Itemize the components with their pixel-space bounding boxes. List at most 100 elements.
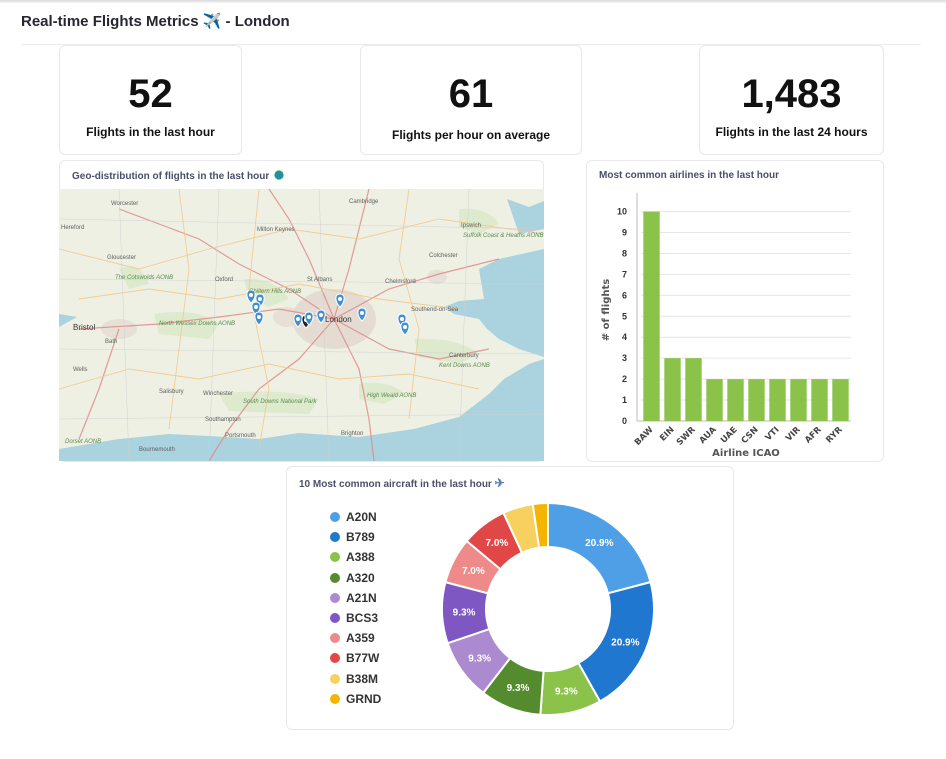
legend-label: BCS3 bbox=[346, 611, 379, 625]
window-top-border bbox=[0, 0, 946, 3]
legend-swatch bbox=[330, 613, 340, 623]
x-tick-label: VTI bbox=[764, 425, 782, 443]
bar bbox=[811, 379, 828, 421]
y-tick-label: 8 bbox=[622, 248, 627, 258]
bar bbox=[727, 379, 744, 421]
donut-data-label: 20.9% bbox=[611, 637, 639, 648]
y-tick-label: 5 bbox=[622, 311, 627, 321]
map-place-label: Wells bbox=[73, 367, 88, 373]
globe-icon bbox=[274, 170, 284, 180]
legend-swatch bbox=[330, 673, 340, 684]
y-tick-label: 0 bbox=[622, 416, 627, 426]
legend-swatch bbox=[330, 592, 340, 603]
x-tick-label: VIR bbox=[784, 425, 803, 444]
map-place-label: Cambridge bbox=[349, 199, 379, 205]
map-place-label: High Weald AONB bbox=[367, 393, 417, 399]
legend-label: B77W bbox=[346, 651, 380, 666]
map-place-label: North Wessex Downs AONB bbox=[159, 321, 236, 327]
map-place-label: London bbox=[325, 315, 352, 324]
map-place-label: Gloucester bbox=[107, 255, 137, 261]
map-place-label: Bath bbox=[105, 339, 118, 345]
legend-swatch bbox=[330, 653, 340, 664]
y-tick-label: 7 bbox=[622, 269, 627, 279]
bar bbox=[790, 379, 807, 421]
legend-label: A359 bbox=[346, 631, 375, 646]
airlines-bar-chart: 012345678910BAW EINSWR AUA UAE CSN VTI VIR AFR R… bbox=[601, 193, 851, 459]
y-tick-label: 10 bbox=[617, 207, 627, 217]
kpi-label: Flights in the last 24 hours bbox=[715, 125, 868, 139]
map-place-label: Southend-on-Sea bbox=[411, 307, 459, 313]
donut-data-label: 9.3% bbox=[555, 686, 578, 697]
map-place-label: The Cotswolds AONB bbox=[115, 275, 174, 281]
map-place-label: South Downs National Park bbox=[243, 399, 317, 405]
map-place-label: Portsmouth bbox=[225, 433, 256, 439]
legend-label: GRND bbox=[346, 691, 382, 706]
donut-data-label: 9.3% bbox=[453, 608, 476, 619]
legend-label: A320 bbox=[346, 570, 375, 585]
x-tick-label: RYR bbox=[824, 425, 845, 446]
map-place-label: Southampton bbox=[205, 417, 241, 423]
map-place-label: Bristol bbox=[73, 323, 96, 332]
legend-label: A20N bbox=[346, 510, 377, 524]
map-place-label: Bournemouth bbox=[139, 447, 176, 453]
airplane-icon: ✈ bbox=[494, 476, 505, 490]
map-place-label: Chiltern Hills AONB bbox=[249, 289, 302, 295]
legend-item[interactable]: A359 bbox=[330, 630, 375, 646]
legend-item[interactable]: A21N bbox=[330, 590, 377, 606]
donut-data-label: 7.0% bbox=[485, 538, 508, 549]
kpi-card-last-24-hours: 1,483 Flights in the last 24 hours bbox=[699, 45, 884, 155]
map-place-label: Milton Keynes bbox=[257, 227, 295, 233]
legend-label: B789 bbox=[346, 530, 375, 545]
legend-item[interactable]: BCS3 bbox=[330, 610, 378, 626]
aircraft-donut-chart: 20.9% 20.9% 9.3% 9.3% 9.3% 9.3% 7.0% 7.0% bbox=[441, 501, 655, 716]
legend-swatch bbox=[330, 572, 340, 583]
legend-item[interactable]: B789 bbox=[330, 529, 375, 545]
y-tick-label: 6 bbox=[622, 290, 627, 300]
legend-item[interactable]: B38M bbox=[330, 671, 378, 687]
legend-swatch bbox=[330, 532, 340, 543]
bar bbox=[664, 358, 681, 421]
legend-label: A388 bbox=[346, 550, 375, 565]
bar bbox=[769, 379, 786, 421]
legend-item[interactable]: A320 bbox=[330, 570, 375, 586]
legend-item[interactable]: A20N bbox=[330, 509, 377, 525]
legend-item[interactable]: GRND bbox=[330, 691, 381, 707]
map-place-label: Ipswich bbox=[461, 223, 482, 229]
y-tick-label: 1 bbox=[622, 395, 627, 405]
donut-data-label: 7.0% bbox=[462, 566, 485, 577]
aircraft-card-title: 10 Most common aircraft in the last hour… bbox=[299, 476, 505, 490]
kpi-card-last-hour: 52 Flights in the last hour bbox=[59, 45, 242, 155]
map-place-label: Brighton bbox=[341, 431, 364, 437]
y-axis-title: # of flights bbox=[601, 279, 612, 341]
x-tick-label: CSN bbox=[740, 425, 761, 446]
page-title: Real-time Flights Metrics ✈️ - London bbox=[21, 13, 290, 30]
bar bbox=[643, 211, 660, 421]
legend-label: A21N bbox=[346, 590, 377, 605]
y-tick-label: 4 bbox=[622, 332, 627, 342]
donut-data-label: 9.3% bbox=[468, 653, 491, 664]
x-axis-title: Airline ICAO bbox=[712, 448, 780, 459]
legend-item[interactable]: B77W bbox=[330, 650, 379, 666]
donut-data-label: 20.9% bbox=[585, 538, 613, 549]
kpi-value: 61 bbox=[448, 72, 494, 116]
flight-map[interactable]: Worcester Hereford Gloucester Oxford Cam… bbox=[59, 189, 544, 461]
kpi-card-per-hour-average: 61 Flights per hour on average bbox=[360, 45, 582, 155]
legend-swatch bbox=[330, 633, 340, 644]
map-place-label: Kent Downs AONB bbox=[439, 363, 490, 369]
map-place-label: St Albans bbox=[307, 277, 333, 283]
legend-item[interactable]: A388 bbox=[330, 549, 375, 565]
map-place-label: Dorset AONB bbox=[65, 439, 102, 445]
x-tick-label: AFR bbox=[803, 425, 824, 446]
map-place-label: Suffolk Coast & Heaths AONB bbox=[463, 233, 544, 239]
map-place-label: Salisbury bbox=[159, 389, 184, 395]
map-place-label: Colchester bbox=[429, 253, 458, 259]
x-tick-label: UAE bbox=[719, 425, 740, 446]
kpi-value: 1,483 bbox=[741, 72, 842, 116]
x-tick-label: SWR bbox=[675, 425, 698, 448]
map-place-label: Hereford bbox=[61, 225, 85, 231]
map-card-title: Geo-distribution of flights in the last … bbox=[72, 170, 284, 182]
legend-label: B38M bbox=[346, 671, 379, 686]
map-place-label: Winchester bbox=[203, 391, 234, 397]
legend-swatch bbox=[330, 512, 340, 522]
map-place-label: Canterbury bbox=[449, 353, 479, 359]
